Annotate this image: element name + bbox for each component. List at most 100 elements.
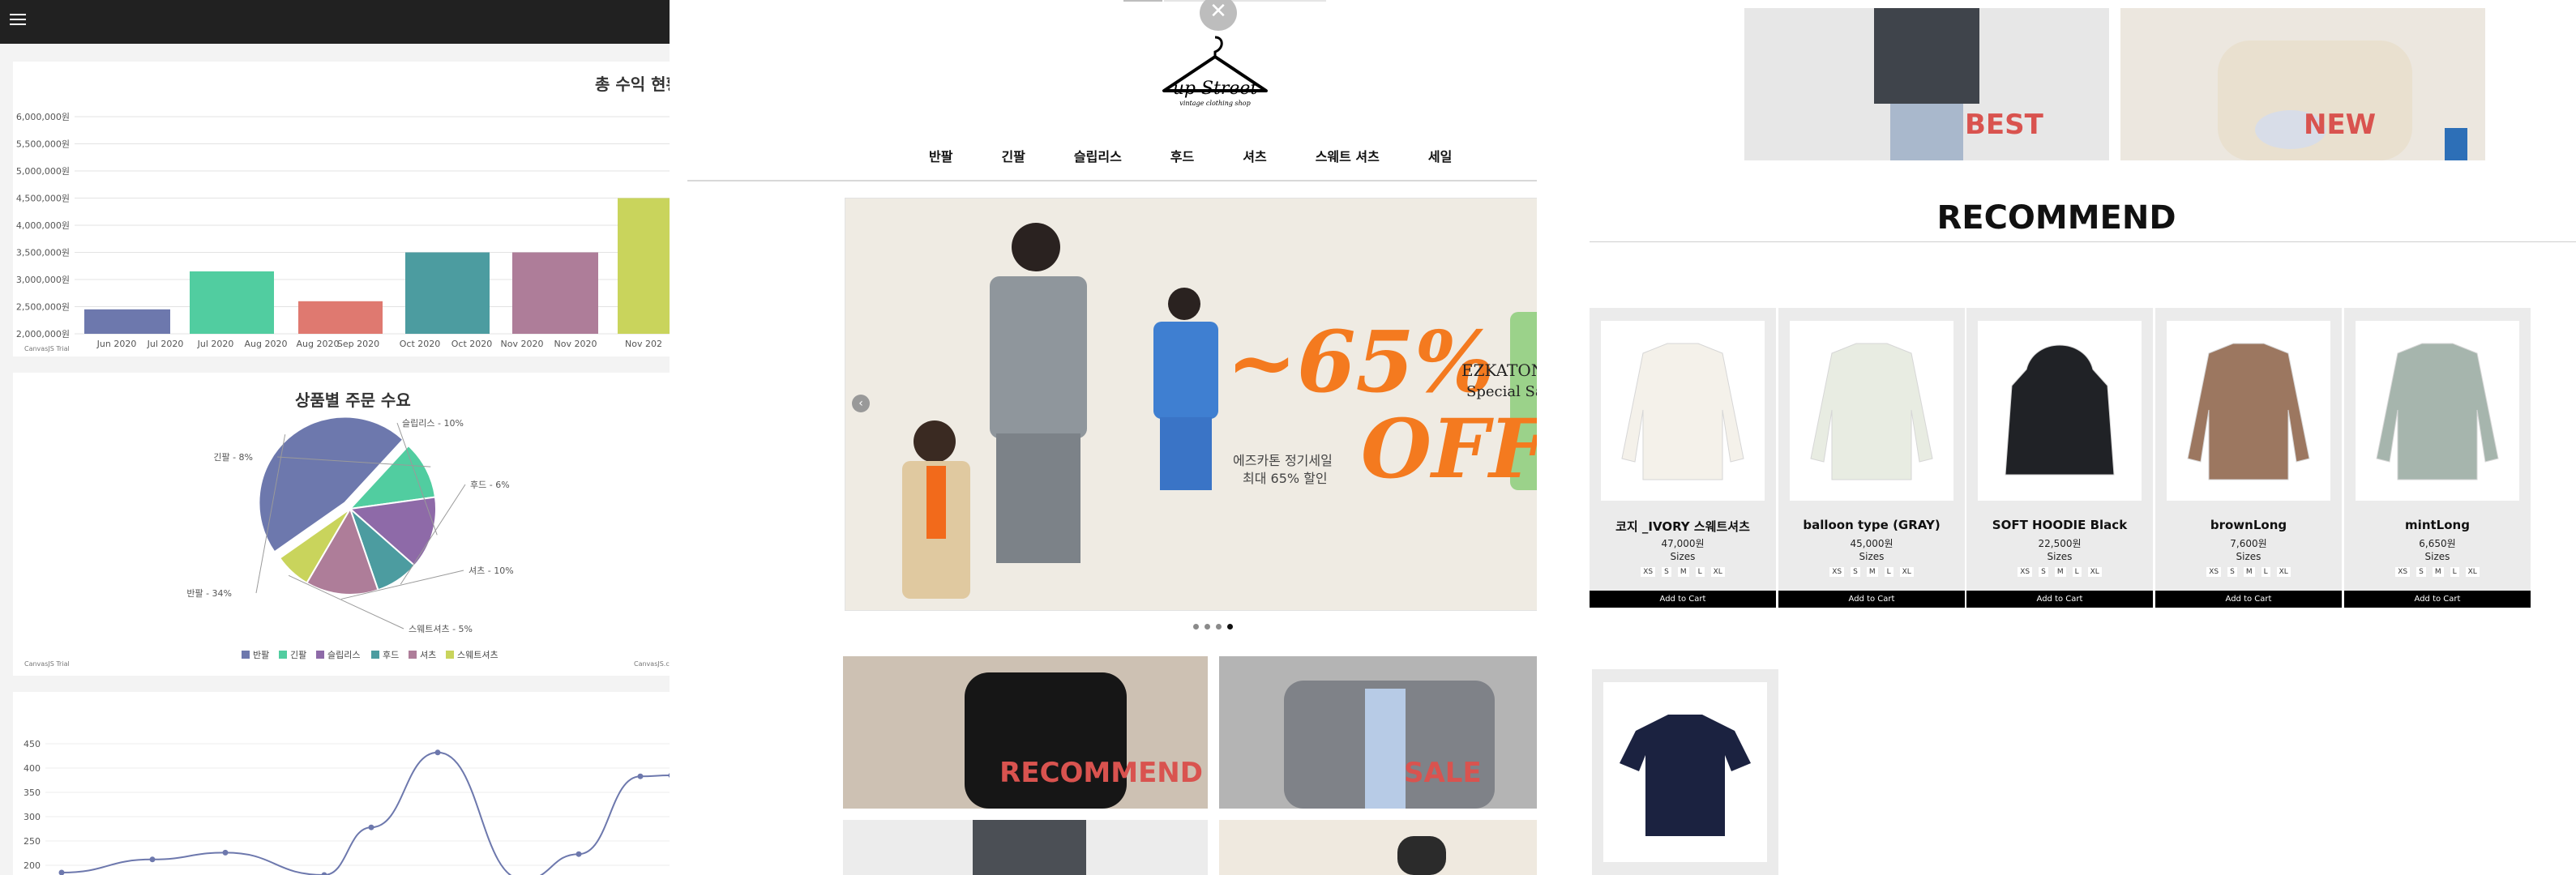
size-option[interactable]: S [2039,567,2048,577]
nav-item-sweatshirts[interactable]: 스웨트 셔츠 [1316,146,1380,167]
tile-recommend[interactable]: RECOMMEND [843,656,1208,809]
revenue-bar [190,271,274,334]
size-option[interactable]: L [2450,567,2459,577]
pie-slice-label: 긴팔 - 8% [213,452,253,463]
logo-tagline: vintage clothing shop [1179,100,1250,107]
line-point [434,749,441,756]
carousel-dot-3[interactable] [1216,624,1222,630]
product-price: 6,650원 [2419,538,2456,549]
size-option[interactable]: XS [1829,567,1845,577]
pie-slice-label: 슬립리스 - 10% [402,418,464,429]
tile-best-lower[interactable] [843,820,1208,875]
carousel-dot-2[interactable] [1205,624,1210,630]
product-name[interactable]: 코지 _IVORY 스웨트셔츠 [1590,518,1776,535]
garment-shape [1621,343,1744,480]
product-card[interactable]: SOFT HOODIE Black 22,500원 Sizes XS S M L XL Add … [1966,308,2153,608]
new-tile-image [1397,836,1446,875]
logo-wordmark: up Street [1173,79,1258,99]
add-to-cart-button[interactable]: Add to Cart [2155,591,2342,608]
line-y-tick: 400 [24,763,41,774]
revenue-bar [512,252,598,334]
tile-sale-label: SALE [1404,757,1482,789]
shop-logo[interactable]: up Street vintage clothing shop [1154,32,1276,110]
size-option[interactable]: S [1662,567,1671,577]
product-name[interactable]: brownLong [2155,518,2342,532]
hamburger-menu-icon[interactable] [10,14,26,28]
tile-sale[interactable]: SALE [1219,656,1537,809]
revenue-x-tick: Jul 2020 [147,339,184,349]
size-option[interactable]: XL [1899,567,1914,577]
product-name[interactable]: SOFT HOODIE Black [1966,518,2153,532]
product-name[interactable]: mintLong [2344,518,2531,532]
line-y-tick: 200 [24,860,41,871]
size-option[interactable]: XS [2206,567,2222,577]
revenue-bar-chart: 6,000,000원 5,500,000원 5,000,000원 4,500,000원… [16,112,670,349]
add-to-cart-button[interactable]: Add to Cart [1966,591,2153,608]
banner-off-text: OFF [1361,401,1537,497]
close-button[interactable]: ✕ [1200,0,1237,31]
nav-item-short-sleeve[interactable]: 반팔 [929,146,952,167]
sizes-label: Sizes [1859,551,1885,562]
size-option[interactable]: M [2243,567,2255,577]
nav-item-sale[interactable]: 세일 [1428,146,1452,167]
size-option[interactable]: XS [2018,567,2033,577]
size-option[interactable]: XL [2276,567,2291,577]
size-option[interactable]: XS [2395,567,2411,577]
size-option[interactable]: XL [2465,567,2480,577]
nav-item-shirts[interactable]: 셔츠 [1243,146,1266,167]
size-options: XS S M L XL [2344,567,2531,577]
product-name[interactable]: balloon type (GRAY) [1778,518,1965,532]
size-option[interactable]: M [2054,567,2066,577]
pie-footer-right: CanvasJS.com [634,660,670,668]
carousel-dot-1[interactable] [1193,624,1199,630]
product-card[interactable]: mintLong 6,650원 Sizes XS S M L XL Add to Cart [2344,308,2531,608]
product-card[interactable]: balloon type (GRAY) 45,000원 Sizes XS S M L XL Ad… [1778,308,1965,608]
product-garment-image [2005,344,2115,476]
admin-dashboard-panel: 총 수익 현황 6,000,000원5,500,000원5,000,000원4,… [0,0,670,875]
product-price: 22,500원 [2038,538,2082,549]
size-option[interactable]: L [2261,567,2270,577]
revenue-x-tick: Jun 2020 [96,339,137,349]
add-to-cart-button[interactable]: Add to Cart [1590,591,1776,608]
revenue-y-tick: 4,500,000원 [16,194,70,204]
size-option[interactable]: XL [1710,567,1725,577]
tile-new-lower[interactable] [1219,820,1537,875]
line-point [576,851,582,857]
revenue-x-tick: Sep 2020 [337,339,379,349]
pie-legend-swatch [279,651,287,659]
nav-item-long-sleeve[interactable]: 긴팔 [1001,146,1025,167]
revenue-x-tick: Nov 2020 [554,339,597,349]
size-option[interactable]: L [2072,567,2082,577]
carousel-dot-4-active[interactable] [1227,624,1233,630]
size-option[interactable]: L [1884,567,1893,577]
carousel-prev-icon[interactable]: ‹ [852,395,870,412]
revenue-y-tick: 2,000,000원 [16,329,70,339]
product-card[interactable]: brownLong 7,600원 Sizes XS S M L XL Add to Cart [2155,308,2342,608]
revenue-bar [298,301,383,334]
size-option[interactable]: M [2432,567,2444,577]
add-to-cart-button[interactable]: Add to Cart [1778,591,1965,608]
size-option[interactable]: XS [1641,567,1656,577]
promo-banner-carousel[interactable]: ~65% OFF EZKATON Special Sale 에즈카톤 정기세일 … [845,198,1537,611]
line-chart: 450 400 350 300 250 200 [24,739,670,875]
tile-new[interactable]: NEW [2120,8,2485,160]
product-card-tshirt[interactable] [1592,669,1778,875]
size-option[interactable]: S [2416,567,2426,577]
size-option[interactable]: L [1695,567,1705,577]
add-to-cart-button[interactable]: Add to Cart [2344,591,2531,608]
product-garment-image [2376,343,2499,480]
pie-legend-label: 긴팔 [290,650,306,660]
size-option[interactable]: S [2227,567,2237,577]
size-option[interactable]: M [1866,567,1878,577]
size-option[interactable]: M [1677,567,1689,577]
size-option[interactable]: S [1851,567,1860,577]
garment-shape [2376,343,2499,480]
product-price: 47,000원 [1661,538,1705,549]
nav-item-sleeveless[interactable]: 슬립리스 [1074,146,1122,167]
shop-home-panel: ✕ up Street vintage clothing shop 반팔 긴팔 … [670,0,1537,875]
pie-legend-swatch [316,651,324,659]
size-option[interactable]: XL [2087,567,2102,577]
tile-best[interactable]: BEST [1744,8,2109,160]
nav-item-hoodie[interactable]: 후드 [1170,146,1194,167]
product-card[interactable]: 코지 _IVORY 스웨트셔츠 47,000원 Sizes XS S M L XL Add to… [1590,308,1776,608]
